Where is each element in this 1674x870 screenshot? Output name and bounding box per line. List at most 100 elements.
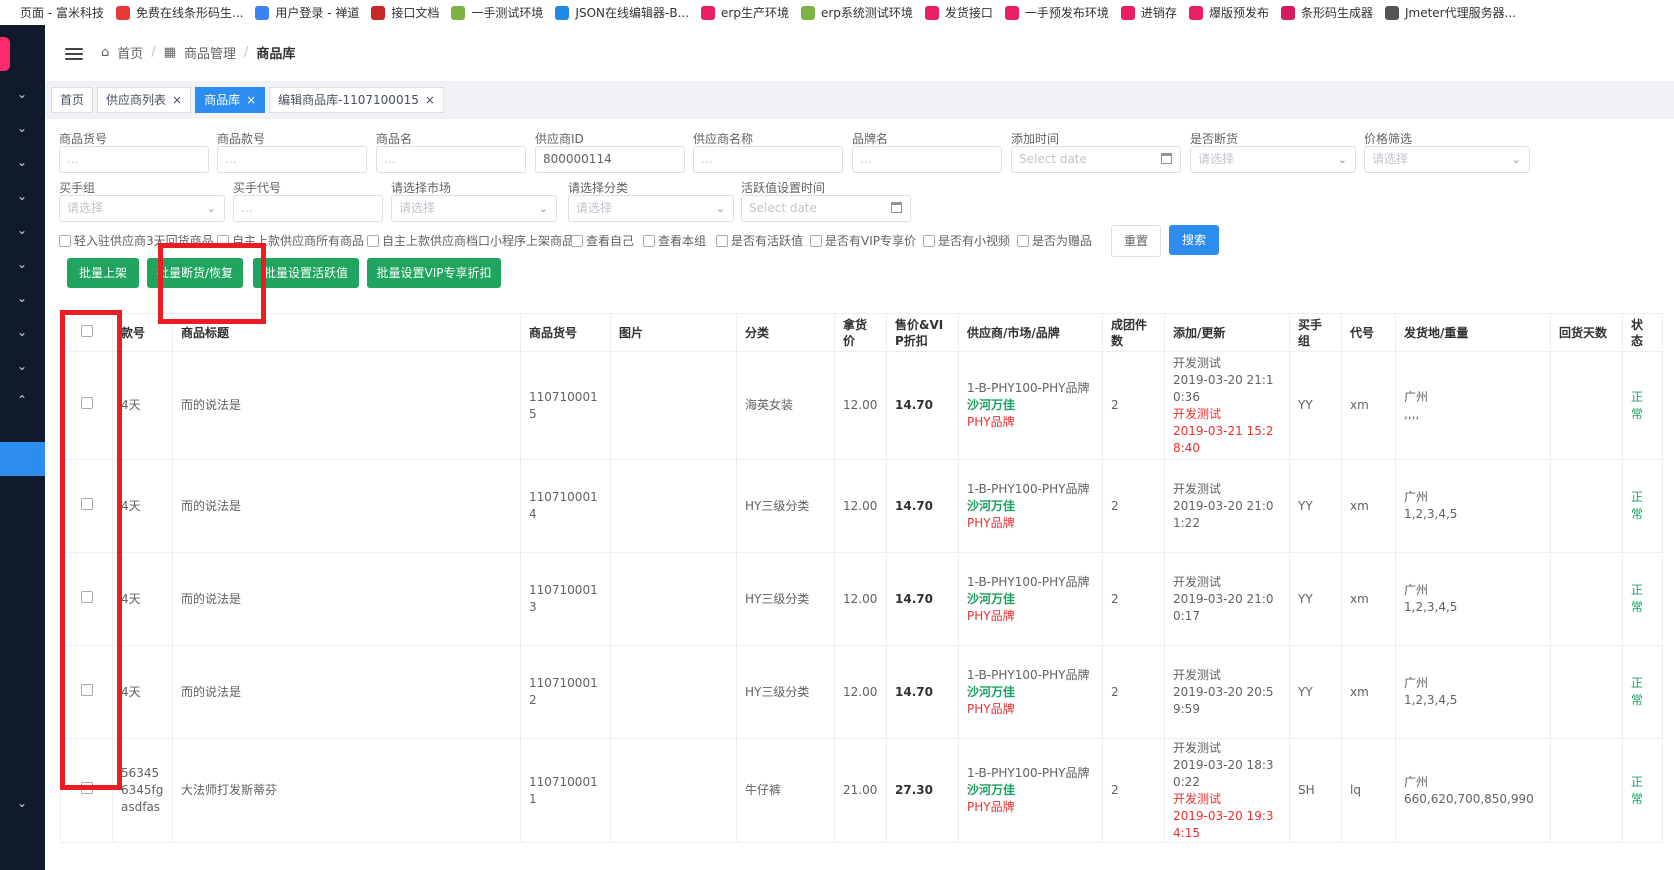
goods-no-input[interactable]: ... (59, 146, 209, 173)
sidebar-logo[interactable] (0, 37, 10, 71)
row-select-cell[interactable] (60, 459, 113, 553)
table-row[interactable]: 4天 而的说法是 1107100013 HY三级分类 12.00 14.70 1-B-PHY… (60, 552, 1663, 646)
chevron-down-icon[interactable]: ⌄ (14, 86, 30, 102)
chevron-up-icon[interactable]: ⌃ (14, 392, 30, 408)
table-row[interactable]: 4天 而的说法是 1107100012 HY三级分类 12.00 14.70 1-B-PHY… (60, 645, 1663, 739)
title-cell[interactable]: 而的说法是 (172, 552, 521, 646)
active-time-picker[interactable]: Select date (741, 195, 911, 222)
bookmark-item[interactable]: 页面 - 富米科技 (0, 4, 104, 21)
title-cell[interactable]: 而的说法是 (172, 645, 521, 739)
tab-edit-goods[interactable]: 编辑商品库-1107100015 × (269, 87, 444, 113)
checkbox-has-video[interactable]: 是否有小视频 (923, 232, 1010, 249)
chevron-down-icon[interactable]: ⌄ (14, 256, 30, 272)
buyer-group-cell: YY (1289, 459, 1342, 553)
chevron-down-icon[interactable]: ⌄ (14, 358, 30, 374)
category-select[interactable]: 请选择 ⌄ (568, 195, 734, 222)
bookmark-item[interactable]: 用户登录 - 禅道 (255, 4, 359, 21)
table-row[interactable]: 563456345fgasdfas 大法师打发斯蒂芬 1107100011 牛仔裤 21… (60, 738, 1663, 843)
checkbox-is-gift[interactable]: 是否为赠品 (1017, 232, 1092, 249)
buyer-code-input[interactable]: ... (233, 195, 383, 222)
checkbox-has-active[interactable]: 是否有活跃值 (716, 232, 803, 249)
row-select-cell[interactable] (60, 351, 113, 460)
chevron-down-icon[interactable]: ⌄ (14, 290, 30, 306)
close-icon[interactable]: × (172, 88, 182, 112)
bookmark-icon (255, 5, 270, 20)
supplier-name-input[interactable]: ... (693, 146, 843, 173)
row-select-cell[interactable] (60, 738, 113, 843)
bookmark-icon (1120, 5, 1135, 20)
checkbox-self-upload-miniapp[interactable]: 自主上款供应商档口小程序上架商品 (367, 232, 574, 249)
style-no-input[interactable]: ... (217, 146, 367, 173)
buyer-group-select[interactable]: 请选择 ⌄ (59, 195, 225, 222)
menu-toggle-icon[interactable] (65, 45, 83, 60)
col-header: 拿货价 (834, 313, 887, 352)
chevron-down-icon[interactable]: ⌄ (14, 222, 30, 238)
title-cell[interactable]: 而的说法是 (172, 459, 521, 553)
batch-vip-button[interactable]: 批量设置VIP专享折扣 (367, 258, 501, 288)
out-of-stock-select[interactable]: 请选择 ⌄ (1190, 146, 1356, 173)
row-checkbox[interactable] (80, 683, 93, 696)
checkbox-self-upload-all[interactable]: 自主上款供应商所有商品 (217, 232, 364, 249)
row-checkbox[interactable] (80, 497, 93, 510)
select-all-cell[interactable] (60, 313, 113, 352)
row-checkbox[interactable] (80, 782, 93, 794)
title-cell[interactable]: 而的说法是 (172, 351, 521, 460)
bookmark-item[interactable]: 一手测试环境 (451, 4, 543, 21)
bookmark-item[interactable]: 爆版预发布 (1188, 4, 1269, 21)
chevron-down-icon[interactable]: ⌄ (14, 154, 30, 170)
row-select-cell[interactable] (60, 552, 113, 646)
checkbox-3day-return[interactable]: 轻入驻供应商3天回货商品 (59, 232, 214, 249)
title-cell[interactable]: 大法师打发斯蒂芬 (172, 738, 521, 843)
close-icon[interactable]: × (246, 88, 256, 112)
supplier-id-input[interactable]: 800000114 (535, 146, 685, 173)
bookmark-item[interactable]: erp系统测试环境 (800, 4, 913, 21)
category-label: 请选择分类 (568, 181, 629, 195)
bookmark-item[interactable]: 发货接口 (924, 4, 993, 21)
col-header: 代号 (1341, 313, 1396, 352)
tab-goods-library[interactable]: 商品库 × (195, 87, 266, 113)
chevron-down-icon[interactable]: ⌄ (14, 795, 30, 811)
close-icon[interactable]: × (425, 88, 435, 112)
checkbox-view-self[interactable]: 查看自己 (571, 232, 634, 249)
bookmark-item[interactable]: 条形码生成器 (1280, 4, 1373, 21)
bookmark-item[interactable]: erp生产环境 (701, 4, 789, 21)
chevron-down-icon[interactable]: ⌄ (14, 120, 30, 136)
batch-active-button[interactable]: 批量设置活跃值 (253, 258, 359, 288)
tab-home[interactable]: 首页 (51, 87, 94, 113)
brand-input[interactable]: ... (852, 146, 1002, 173)
buyer-group-cell: YY (1289, 351, 1342, 460)
bookmark-item[interactable]: 接口文档 (371, 4, 439, 21)
reset-button[interactable]: 重置 (1111, 225, 1161, 257)
row-select-cell[interactable] (60, 645, 113, 739)
checkbox-view-group[interactable]: 查看本组 (643, 232, 706, 249)
add-update-cell: 开发测试 2019-03-20 21:00:17 (1164, 552, 1290, 646)
row-checkbox[interactable] (80, 397, 93, 409)
market-select[interactable]: 请选择 ⌄ (391, 195, 557, 222)
goods-name-input[interactable]: ... (376, 146, 526, 173)
table-row[interactable]: 4天 而的说法是 1107100014 HY三级分类 12.00 14.70 1-B-PHY… (60, 459, 1663, 553)
chevron-down-icon[interactable]: ⌄ (14, 188, 30, 204)
batch-stock-button[interactable]: 批量断货/恢复 (147, 258, 243, 288)
checkbox-has-vip[interactable]: 是否有VIP专享价 (810, 232, 916, 249)
supplier-id-label: 供应商ID (535, 132, 584, 146)
row-checkbox[interactable] (80, 590, 93, 603)
style-no-cell: 4天 (112, 351, 173, 460)
bookmark-item[interactable]: JSON在线编辑器-B... (555, 4, 689, 21)
sidebar-active-item[interactable] (0, 442, 45, 476)
table-row[interactable]: 4天 而的说法是 1107100015 海英女装 12.00 14.70 1-B-PHY10… (60, 351, 1663, 460)
search-button[interactable]: 搜索 (1169, 225, 1219, 255)
bookmark-item[interactable]: 进销存 (1120, 4, 1177, 21)
bookmark-item[interactable]: 免费在线条形码生... (115, 4, 243, 21)
select-all-checkbox[interactable] (80, 324, 93, 337)
price-filter-select[interactable]: 请选择 ⌄ (1364, 146, 1530, 173)
chevron-down-icon[interactable]: ⌄ (14, 324, 30, 340)
tab-supplier-list[interactable]: 供应商列表 × (97, 87, 192, 113)
batch-shelf-button[interactable]: 批量上架 (67, 258, 139, 288)
breadcrumb-home[interactable]: 首页 (117, 43, 143, 62)
min-qty-cell: 2 (1102, 645, 1165, 739)
bookmark-item[interactable]: Jmeter代理服务器... (1384, 4, 1516, 21)
add-time-picker[interactable]: Select date (1011, 146, 1181, 173)
bookmark-item[interactable]: 一手预发布环境 (1004, 4, 1109, 21)
bookmark-icon (1384, 5, 1399, 20)
breadcrumb-module[interactable]: 商品管理 (184, 43, 236, 62)
